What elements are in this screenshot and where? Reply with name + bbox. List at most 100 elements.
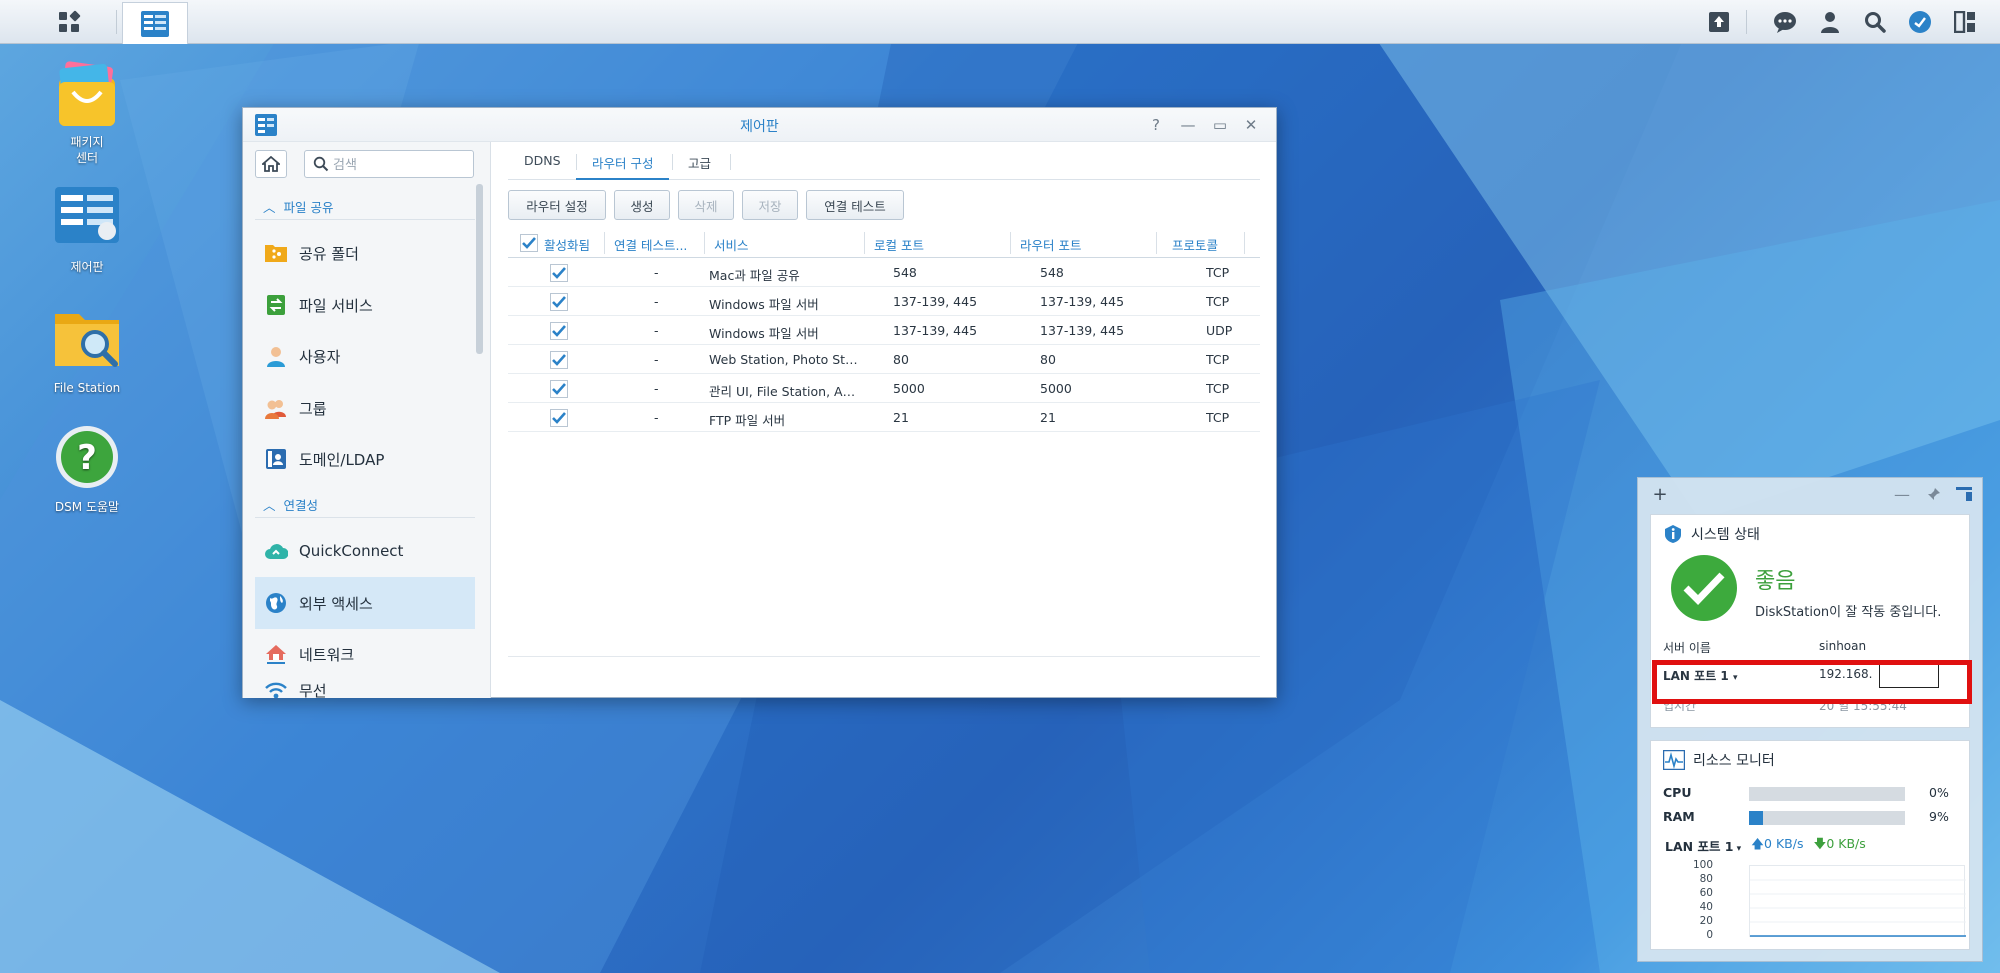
control-panel-icon <box>141 10 169 37</box>
lan-port-label: LAN 포트 1 <box>1665 839 1734 854</box>
sidebar-item-shared-folder[interactable]: 공유 폴더 <box>255 227 475 279</box>
table-row[interactable]: - FTP 파일 서버 21 21 TCP <box>508 403 1260 432</box>
dsm-options-button[interactable] <box>1903 6 1937 38</box>
row-enabled-checkbox[interactable] <box>550 264 568 282</box>
save-button[interactable]: 저장 <box>742 190 798 220</box>
row-enabled-checkbox[interactable] <box>550 322 568 340</box>
sidebar-item-domain-ldap[interactable]: 도메인/LDAP <box>255 433 475 485</box>
sidebar-item-user[interactable]: 사용자 <box>255 330 475 382</box>
main-menu-button[interactable] <box>32 3 106 41</box>
column-header-service[interactable]: 서비스 <box>714 228 844 258</box>
tab-router-config[interactable]: 라우터 구성 <box>576 142 670 180</box>
cell-connection-test: - <box>654 381 659 396</box>
control-panel-window: 제어판 ? — ▭ ✕ ︿ 파일 공유 공유 폴더 파일 서비스 사용 <box>242 107 1277 698</box>
search-input[interactable] <box>333 155 469 175</box>
cell-local-port: 80 <box>893 352 909 367</box>
sidebar-search[interactable] <box>304 150 474 178</box>
desktop-icon-label: 패키지 센터 <box>70 135 104 165</box>
desktop-icon-control-panel[interactable]: 제어판 <box>27 183 147 275</box>
chat-button[interactable] <box>1768 6 1802 38</box>
table-row[interactable]: - 관리 UI, File Station, Audi... 5000 5000… <box>508 374 1260 403</box>
row-enabled-checkbox[interactable] <box>550 351 568 369</box>
select-all-checkbox[interactable] <box>520 234 538 252</box>
desktop-icon-file-station[interactable]: File Station <box>27 304 147 396</box>
cell-protocol: TCP <box>1206 294 1230 309</box>
desktop-icon-label: 제어판 <box>70 260 104 274</box>
cell-service: Windows 파일 서버 <box>709 326 819 341</box>
arrow-down-icon: 🡇 <box>1813 836 1827 851</box>
ram-label: RAM <box>1663 809 1695 824</box>
home-button[interactable] <box>255 150 287 178</box>
cell-local-port: 5000 <box>893 381 925 396</box>
section-header-file-sharing[interactable]: ︿ 파일 공유 <box>263 196 334 216</box>
sidebar-item-quickconnect[interactable]: QuickConnect <box>255 525 475 577</box>
group-icon <box>263 395 289 421</box>
column-header-router-port[interactable]: 라우터 포트 <box>1020 228 1150 258</box>
sidebar-item-label: 사용자 <box>299 347 341 366</box>
pin-widget-button[interactable] <box>1924 484 1944 504</box>
table-row[interactable]: - Windows 파일 서버 137-139, 445 137-139, 44… <box>508 287 1260 316</box>
sidebar-item-external-access[interactable]: 외부 액세스 <box>255 577 475 629</box>
add-widget-button[interactable]: + <box>1650 484 1670 505</box>
cpu-usage-bar <box>1749 787 1905 801</box>
window-titlebar[interactable]: 제어판 ? — ▭ ✕ <box>243 108 1276 142</box>
taskbar <box>0 0 2000 44</box>
widgets-button[interactable] <box>1948 6 1982 38</box>
desktop-icon-package-center[interactable]: 패키지 센터 <box>27 58 147 166</box>
user-button[interactable] <box>1813 6 1847 38</box>
desktop-icon-label: File Station <box>53 381 121 395</box>
column-header-enabled[interactable]: 활성화됨 <box>544 228 594 258</box>
cell-router-port: 137-139, 445 <box>1040 323 1125 338</box>
search-button[interactable] <box>1858 6 1892 38</box>
network-traffic-chart <box>1749 865 1966 937</box>
minimize-widget-button[interactable]: — <box>1892 484 1912 504</box>
section-header-connectivity[interactable]: ︿ 연결성 <box>263 494 318 514</box>
search-icon <box>1865 12 1886 33</box>
close-button[interactable]: ✕ <box>1240 114 1262 136</box>
shared-folder-icon <box>263 240 289 266</box>
sidebar: ︿ 파일 공유 공유 폴더 파일 서비스 사용자 그룹 도메인/LDAP ︿ 연… <box>243 142 491 698</box>
cell-protocol: TCP <box>1206 352 1230 367</box>
tab-ddns[interactable]: DDNS <box>508 142 577 180</box>
cell-connection-test: - <box>654 294 659 309</box>
user-icon <box>1821 12 1839 33</box>
sidebar-item-group[interactable]: 그룹 <box>255 382 475 434</box>
column-header-protocol[interactable]: 프로토콜 <box>1172 228 1232 258</box>
chevron-up-icon: ︿ <box>263 497 276 513</box>
table-row[interactable]: - Web Station, Photo Statio... 80 80 TCP <box>508 345 1260 374</box>
table-row[interactable]: - Mac과 파일 공유 548 548 TCP <box>508 258 1260 287</box>
status-text: 좋음 <box>1755 569 1796 594</box>
row-enabled-checkbox[interactable] <box>550 380 568 398</box>
sidebar-item-file-services[interactable]: 파일 서비스 <box>255 279 475 331</box>
tab-advanced[interactable]: 고급 <box>672 142 727 180</box>
table-row[interactable]: - Windows 파일 서버 137-139, 445 137-139, 44… <box>508 316 1260 345</box>
sidebar-item-wireless[interactable]: 무선 <box>255 672 475 698</box>
taskbar-control-panel-button[interactable] <box>122 2 188 44</box>
ram-usage-bar <box>1749 811 1905 825</box>
column-separator <box>704 232 705 254</box>
column-header-connection-test[interactable]: 연결 테스트... <box>614 228 700 258</box>
sidebar-item-label: 무선 <box>299 681 327 699</box>
lan-port-dropdown[interactable]: LAN 포트 1 ▾ <box>1665 836 1741 855</box>
lan-traffic-row: LAN 포트 1 ▾ 🡅0 KB/s 🡇0 KB/s <box>1665 835 1866 856</box>
sidebar-item-label: 네트워크 <box>299 645 355 664</box>
network-icon <box>263 641 289 667</box>
widget-layout-button[interactable] <box>1954 484 1974 504</box>
maximize-button[interactable]: ▭ <box>1209 114 1231 136</box>
server-name-label: 서버 이름 <box>1663 641 1711 655</box>
delete-button[interactable]: 삭제 <box>678 190 734 220</box>
section-divider <box>255 219 475 220</box>
sidebar-scrollbar[interactable] <box>476 184 483 354</box>
row-enabled-checkbox[interactable] <box>550 409 568 427</box>
help-button[interactable]: ? <box>1145 114 1167 136</box>
download-rate: 🡇0 KB/s <box>1813 835 1865 856</box>
upload-button[interactable] <box>1702 6 1736 38</box>
row-enabled-checkbox[interactable] <box>550 293 568 311</box>
file-services-icon <box>263 292 289 318</box>
create-button[interactable]: 생성 <box>614 190 670 220</box>
desktop-icon-dsm-help[interactable]: ? DSM 도움말 <box>27 423 147 515</box>
router-settings-button[interactable]: 라우터 설정 <box>508 190 606 220</box>
minimize-button[interactable]: — <box>1177 114 1199 136</box>
column-header-local-port[interactable]: 로컬 포트 <box>874 228 1004 258</box>
test-connection-button[interactable]: 연결 테스트 <box>806 190 904 220</box>
